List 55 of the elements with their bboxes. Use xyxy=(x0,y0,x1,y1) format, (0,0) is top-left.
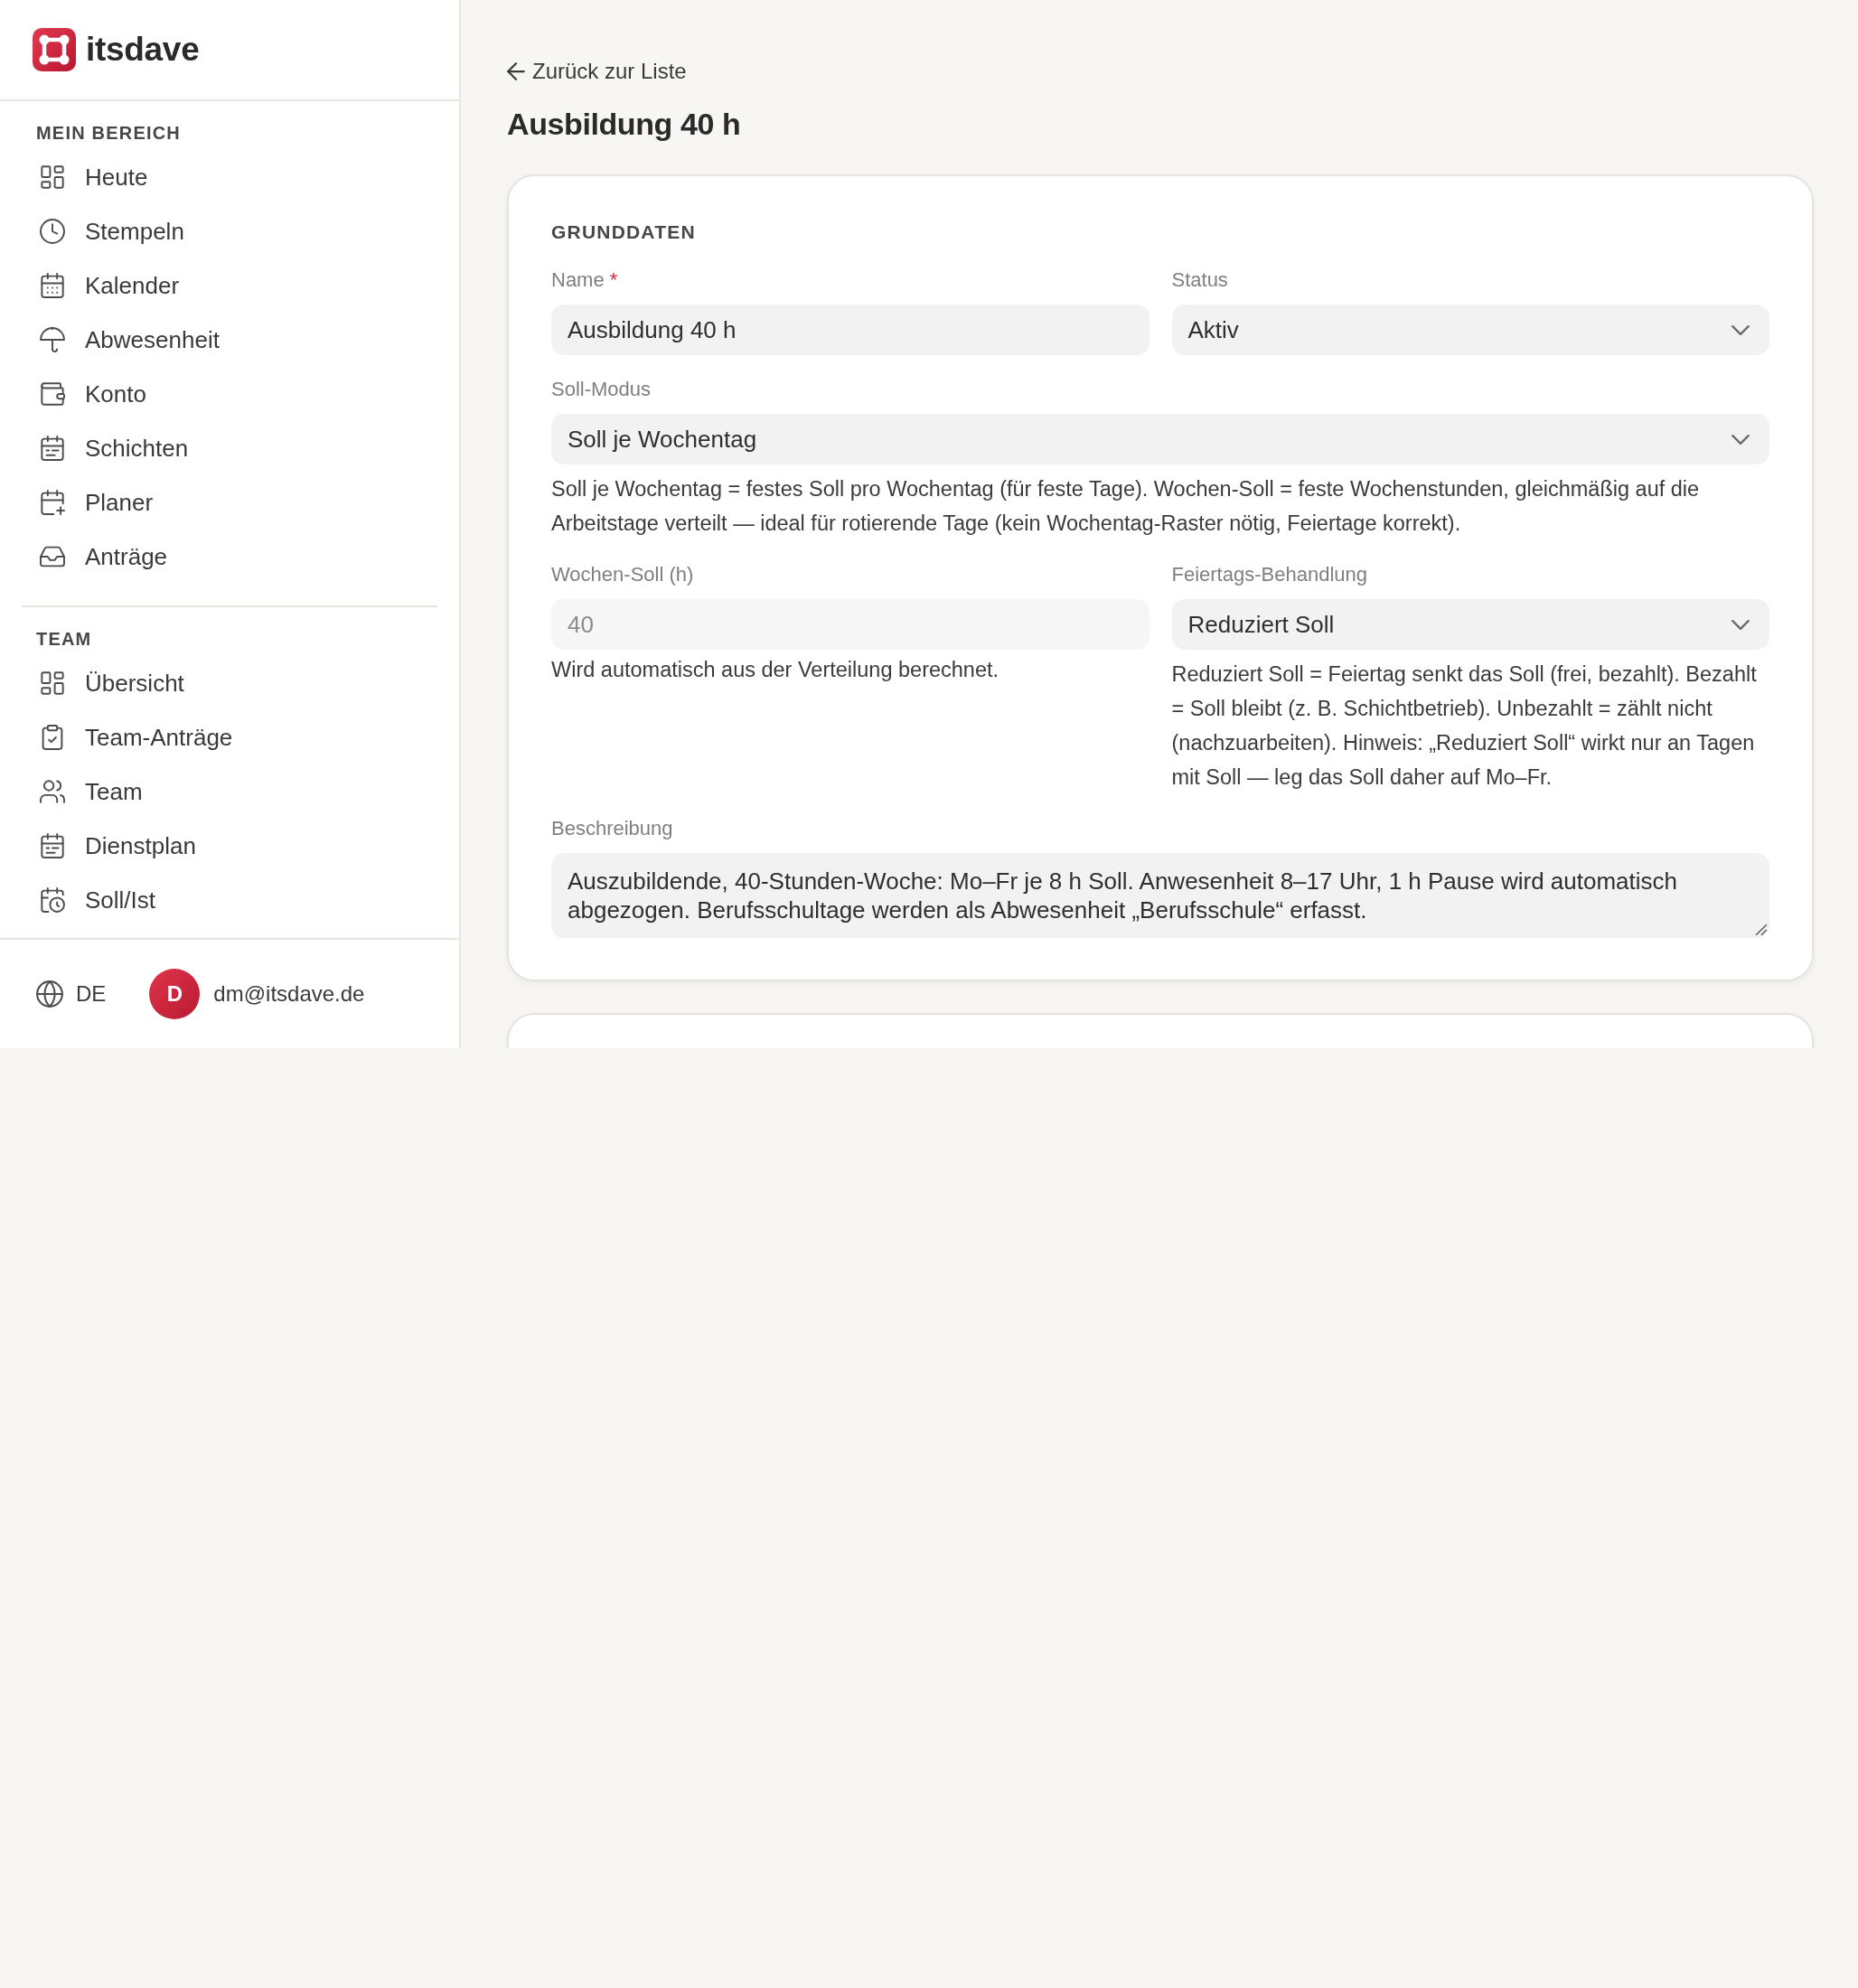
umbrella-icon xyxy=(40,327,65,352)
field-help-text: Wird automatisch aus der Verteilung berechnet. xyxy=(551,657,1000,682)
grid-icon xyxy=(40,670,65,696)
nav-item[interactable]: Übersicht xyxy=(22,656,437,710)
field-help-text: Soll je Wochentag = festes Soll pro Wochentag (für feste Tage). Wochen-Soll = feste Wochenstunden, gleichmäßig auf die Arbeitstage verteilt — ideal für rotierende Tage (kein Wochentag-Raster nötig, Feiertage korrekt). xyxy=(551,476,1701,537)
nav-item[interactable]: Konto xyxy=(22,367,437,421)
back-link[interactable]: Zurück zur Liste xyxy=(507,56,687,87)
chevron-down-icon xyxy=(1731,434,1750,445)
nav-item[interactable]: Dienstplan xyxy=(22,819,437,873)
globe-icon xyxy=(36,980,63,1008)
field-label: Status xyxy=(1171,267,1229,293)
field-label: Soll-Modus xyxy=(551,377,652,402)
nav-item[interactable]: Soll/Ist xyxy=(22,873,437,927)
clock-icon xyxy=(40,219,65,244)
field-label: Name * xyxy=(551,267,619,293)
description-textarea[interactable]: Auszubildende, 40-Stunden-Woche: Mo–Fr je 8 h Soll. Anwesenheit 8–17 Uhr, 1 h Pause wird automatisch abgezogen. Berufsschultage werden als Abwesenheit „Berufsschule“ erfasst. xyxy=(551,853,1769,938)
field-help-text: Reduziert Soll = Feiertag senkt das Soll (frei, bezahlt). Bezahlt = Soll bleibt (z. B. Schichtbetrieb). Unbezahlt = zählt nicht (nachzuarbeiten). Hinweis: „Reduziert Soll“ wirkt nur an Tagen mit Soll — leg das Soll daher auf Mo–Fr. xyxy=(1171,661,1758,791)
nav-item[interactable]: Planer xyxy=(22,475,437,530)
inbox-tray-icon xyxy=(40,544,65,569)
chevron-down-icon xyxy=(1731,324,1750,335)
nav-section-heading: TEAM xyxy=(35,628,93,651)
nav-item[interactable]: Stempeln xyxy=(22,204,437,258)
select-dropdown[interactable]: Soll je Wochentag xyxy=(551,414,1769,464)
calendar-lines-icon xyxy=(40,436,65,461)
resize-handle-icon[interactable] xyxy=(1755,924,1768,936)
wallet-icon xyxy=(40,381,65,407)
nav-item[interactable]: Schichten xyxy=(22,421,437,475)
people-icon xyxy=(40,779,65,804)
section-heading: GRUNDDATEN xyxy=(551,220,697,244)
nav-item[interactable]: Team xyxy=(22,764,437,819)
select-dropdown[interactable]: Aktiv xyxy=(1171,305,1769,355)
text-input[interactable]: Ausbildung 40 h xyxy=(551,305,1150,355)
user-email: dm@itsdave.de xyxy=(213,981,365,1007)
select-dropdown[interactable]: Reduziert Soll xyxy=(1171,599,1769,650)
calendar-lines-icon xyxy=(40,833,65,858)
page-title: Ausbildung 40 h xyxy=(507,106,742,143)
brand-name: itsdave xyxy=(86,31,200,69)
nav-item[interactable]: Abwesenheit xyxy=(22,313,437,367)
app-logo-icon xyxy=(33,28,76,71)
calendar-clock-icon xyxy=(40,887,65,913)
grid-icon xyxy=(40,164,65,190)
calendar-icon xyxy=(40,273,65,298)
language-button[interactable]: DE xyxy=(36,980,107,1008)
user-avatar: D xyxy=(149,969,201,1019)
field-label: Wochen-Soll (h) xyxy=(551,562,695,587)
clipboard-check-icon xyxy=(40,725,65,750)
field-label: Beschreibung xyxy=(551,816,674,841)
nav-item[interactable]: Kalender xyxy=(22,258,437,313)
nav-section-heading: MEIN BEREICH xyxy=(35,122,182,145)
nav-item[interactable]: Team-Anträge xyxy=(22,710,437,764)
chevron-down-icon xyxy=(1731,619,1750,630)
field-label: Feiertags-Behandlung xyxy=(1171,562,1368,587)
nav-item[interactable]: Anträge xyxy=(22,530,437,584)
nav-item[interactable]: Heute xyxy=(22,150,437,204)
calendar-plus-icon xyxy=(40,490,65,515)
